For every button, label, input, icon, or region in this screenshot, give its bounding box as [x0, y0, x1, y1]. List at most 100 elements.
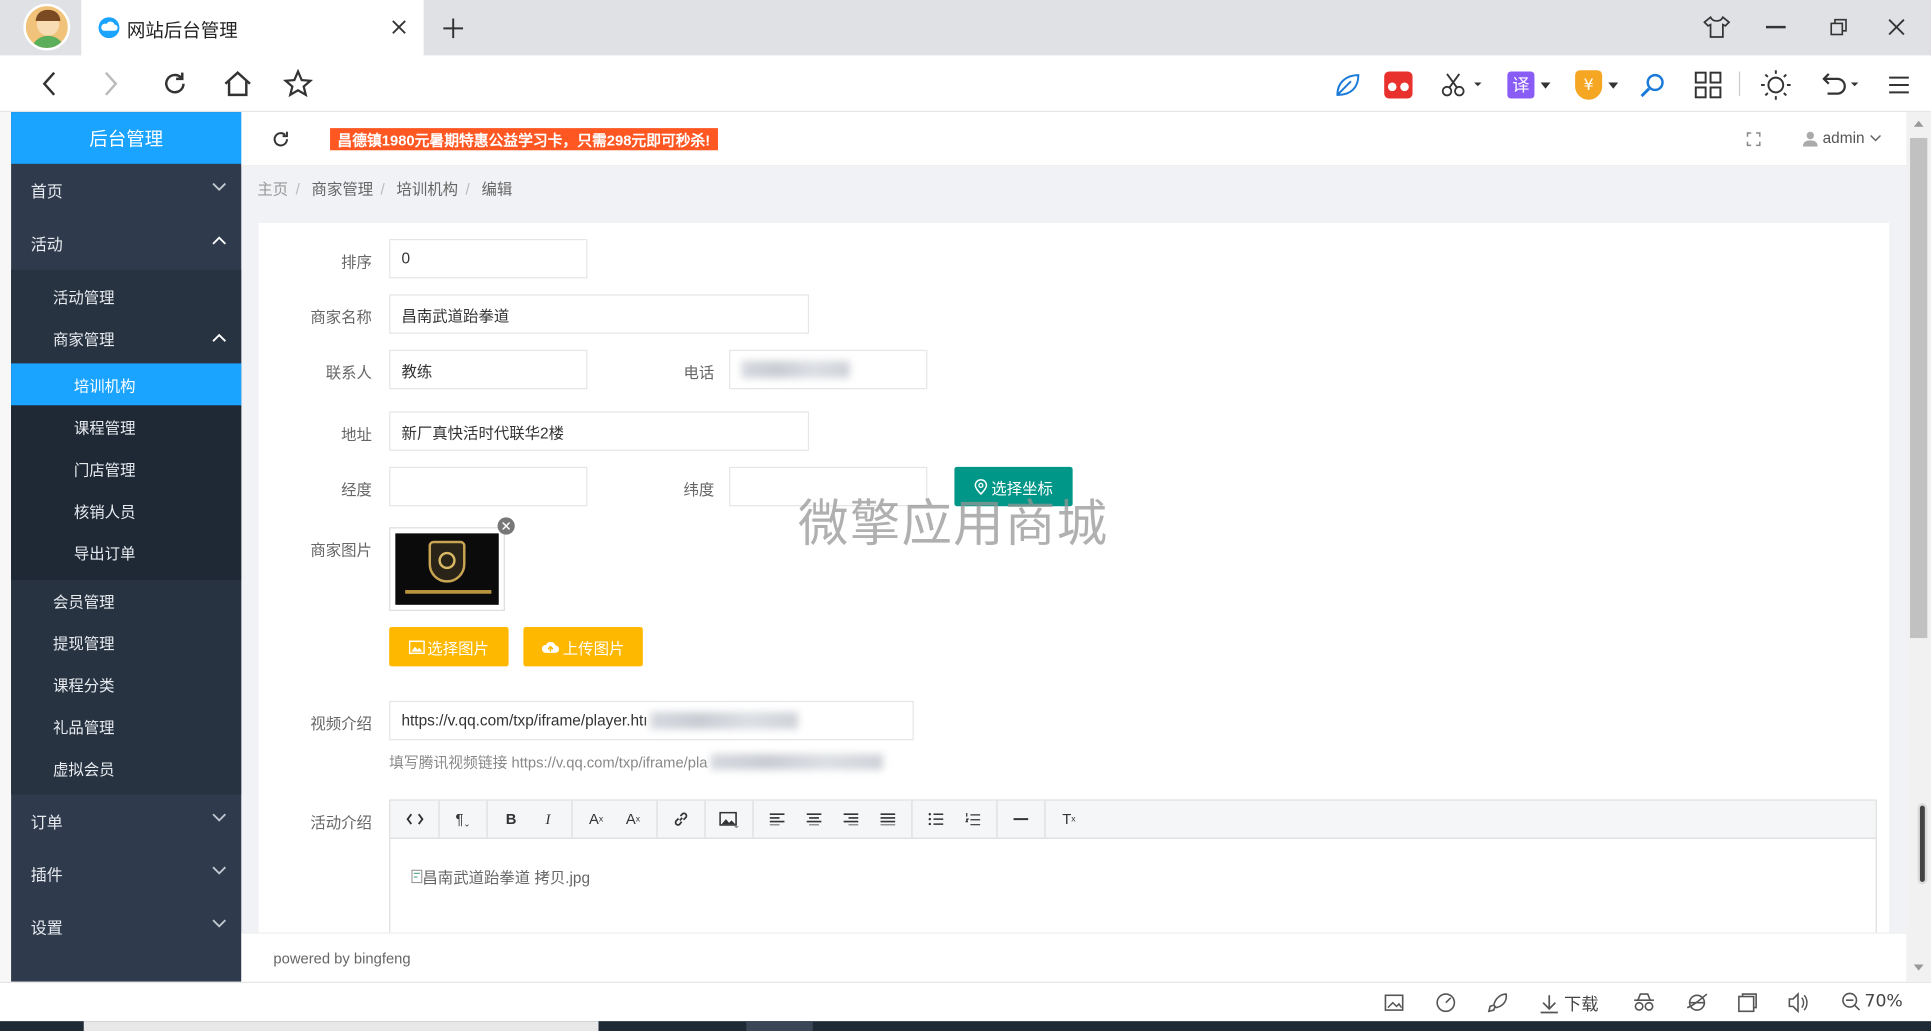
- breadcrumb-training[interactable]: 培训机构: [397, 181, 459, 198]
- reload-icon[interactable]: [158, 67, 192, 101]
- video-url-value: https://v.qq.com/txp/iframe/player.htı: [401, 711, 648, 730]
- chevron-up-icon: [212, 236, 227, 245]
- scissors-icon[interactable]: [1441, 71, 1485, 98]
- scroll-down-arrow[interactable]: [1913, 964, 1924, 971]
- phone-input[interactable]: [729, 349, 928, 390]
- sidebar-sub-course[interactable]: 课程管理: [11, 405, 241, 447]
- volume-icon[interactable]: [1787, 992, 1809, 1014]
- bold-icon[interactable]: B: [493, 801, 530, 838]
- ie-icon[interactable]: [1686, 992, 1708, 1014]
- window-icon[interactable]: [1738, 993, 1758, 1013]
- video-url-input[interactable]: https://v.qq.com/txp/iframe/player.htı: [389, 700, 914, 741]
- sidebar-sub-withdraw[interactable]: 提现管理: [11, 621, 241, 663]
- close-window-icon[interactable]: [1887, 17, 1907, 37]
- close-tab-icon[interactable]: [389, 17, 409, 37]
- apps-icon[interactable]: [1693, 70, 1723, 100]
- coin-icon[interactable]: ¥: [1575, 70, 1603, 100]
- sidebar-sub-label: 商家管理: [52, 330, 115, 348]
- skin-icon[interactable]: [1703, 15, 1731, 40]
- breadcrumb: 主页 / 商家管理 / 培训机构 / 编辑: [257, 181, 513, 199]
- star-icon[interactable]: [281, 67, 315, 101]
- magnifier-icon[interactable]: [1638, 70, 1668, 100]
- sidebar-item-home[interactable]: 首页: [11, 164, 241, 216]
- fullscreen-icon[interactable]: [1746, 132, 1761, 147]
- minimize-icon[interactable]: [1765, 25, 1786, 28]
- choose-image-button[interactable]: 选择图片: [389, 626, 509, 667]
- number-list-icon[interactable]: [954, 801, 991, 838]
- superscript-icon[interactable]: Ax: [578, 801, 615, 838]
- sidebar-item-label: 首页: [30, 181, 63, 201]
- rocket-icon[interactable]: [1486, 992, 1508, 1014]
- align-right-icon[interactable]: [832, 801, 869, 838]
- chevron-up-icon: [212, 333, 227, 342]
- code-view-icon[interactable]: [397, 801, 434, 838]
- sidebar-sub-virtual[interactable]: 虚拟会员: [11, 746, 241, 788]
- promo-banner[interactable]: 昌德镇1980元暑期特惠公益学习卡，只需298元即可秒杀!: [330, 128, 718, 151]
- sidebar-sub-store[interactable]: 门店管理: [11, 447, 241, 489]
- sidebar-sub-export[interactable]: 导出订单: [11, 531, 241, 573]
- contact-input[interactable]: 教练: [389, 349, 588, 390]
- sidebar-sub-category[interactable]: 课程分类: [11, 663, 241, 705]
- editor-scroll-handle[interactable]: [1917, 803, 1928, 885]
- refresh-icon[interactable]: [272, 131, 289, 148]
- browser-tab[interactable]: 网站后台管理: [81, 0, 424, 56]
- upload-image-button[interactable]: 上传图片: [523, 626, 643, 667]
- sidebar-item-activity[interactable]: 活动: [11, 217, 241, 269]
- undo-icon[interactable]: [1818, 71, 1862, 98]
- incognito-icon[interactable]: [1633, 993, 1655, 1013]
- align-center-icon[interactable]: [796, 801, 833, 838]
- restore-icon[interactable]: [1830, 18, 1847, 36]
- speedup-icon[interactable]: [1435, 992, 1457, 1014]
- paragraph-icon[interactable]: ¶ ⌄: [445, 801, 482, 838]
- horizontal-rule-icon[interactable]: [1002, 801, 1039, 838]
- browser-tab-bar: 网站后台管理: [0, 0, 1931, 56]
- sidebar-item-order[interactable]: 订单: [11, 795, 241, 847]
- coin-dropdown-icon[interactable]: [1608, 82, 1619, 89]
- sidebar-sub-member[interactable]: 会员管理: [11, 579, 241, 621]
- bullet-list-icon[interactable]: [917, 801, 954, 838]
- justify-icon[interactable]: [869, 801, 906, 838]
- leaf-icon[interactable]: [1334, 71, 1361, 98]
- zoom-control[interactable]: 70%: [1841, 992, 1903, 1011]
- scroll-up-arrow[interactable]: [1913, 120, 1924, 127]
- subscript-icon[interactable]: Ax: [615, 801, 652, 838]
- brightness-icon[interactable]: [1760, 69, 1792, 101]
- forward-icon[interactable]: [94, 67, 128, 101]
- user-menu[interactable]: admin: [1802, 129, 1882, 147]
- translate-dropdown-icon[interactable]: [1540, 82, 1551, 89]
- screenshot-icon[interactable]: [1384, 993, 1404, 1013]
- sidebar-sub-gift[interactable]: 礼品管理: [11, 705, 241, 747]
- download-button[interactable]: 下载: [1539, 992, 1598, 1017]
- download-icon: [1540, 995, 1558, 1014]
- sidebar-sub-merchant[interactable]: 商家管理: [11, 317, 241, 359]
- translate-icon[interactable]: 译: [1507, 71, 1535, 99]
- sidebar-item-settings[interactable]: 设置: [11, 900, 241, 952]
- longitude-input[interactable]: [389, 466, 588, 507]
- address-input[interactable]: 新厂真快活时代联华2楼: [389, 411, 810, 451]
- sidebar-item-plugin[interactable]: 插件: [11, 847, 241, 899]
- scroll-thumb[interactable]: [1910, 137, 1928, 639]
- insert-image-icon[interactable]: [711, 801, 748, 838]
- sidebar-sub-activity-manage[interactable]: 活动管理: [11, 275, 241, 317]
- sidebar-sub-training[interactable]: 培训机构: [11, 363, 242, 406]
- remove-image-icon[interactable]: [497, 517, 515, 535]
- editor-content[interactable]: 昌南武道跆拳道 拷贝.jpg: [390, 840, 1876, 938]
- menu-icon[interactable]: [1888, 75, 1910, 95]
- new-tab-icon[interactable]: [441, 16, 466, 41]
- name-input[interactable]: 昌南武道跆拳道: [389, 294, 810, 334]
- clear-format-icon[interactable]: Tx: [1050, 801, 1087, 838]
- game-icon[interactable]: [1384, 71, 1413, 99]
- sidebar-sub-verifier[interactable]: 核销人员: [11, 489, 241, 531]
- italic-icon[interactable]: I: [530, 801, 567, 838]
- breadcrumb-merchant[interactable]: 商家管理: [312, 181, 374, 198]
- sort-input[interactable]: 0: [389, 238, 588, 279]
- choose-image-label: 选择图片: [427, 639, 489, 658]
- align-left-icon[interactable]: [759, 801, 796, 838]
- back-icon[interactable]: [32, 67, 66, 101]
- breadcrumb-home[interactable]: 主页: [257, 181, 288, 198]
- profile-avatar[interactable]: [23, 3, 71, 51]
- image-icon: [408, 639, 425, 654]
- link-icon[interactable]: [663, 801, 700, 838]
- home-icon[interactable]: [220, 67, 254, 101]
- chevron-down-icon: [212, 866, 227, 875]
